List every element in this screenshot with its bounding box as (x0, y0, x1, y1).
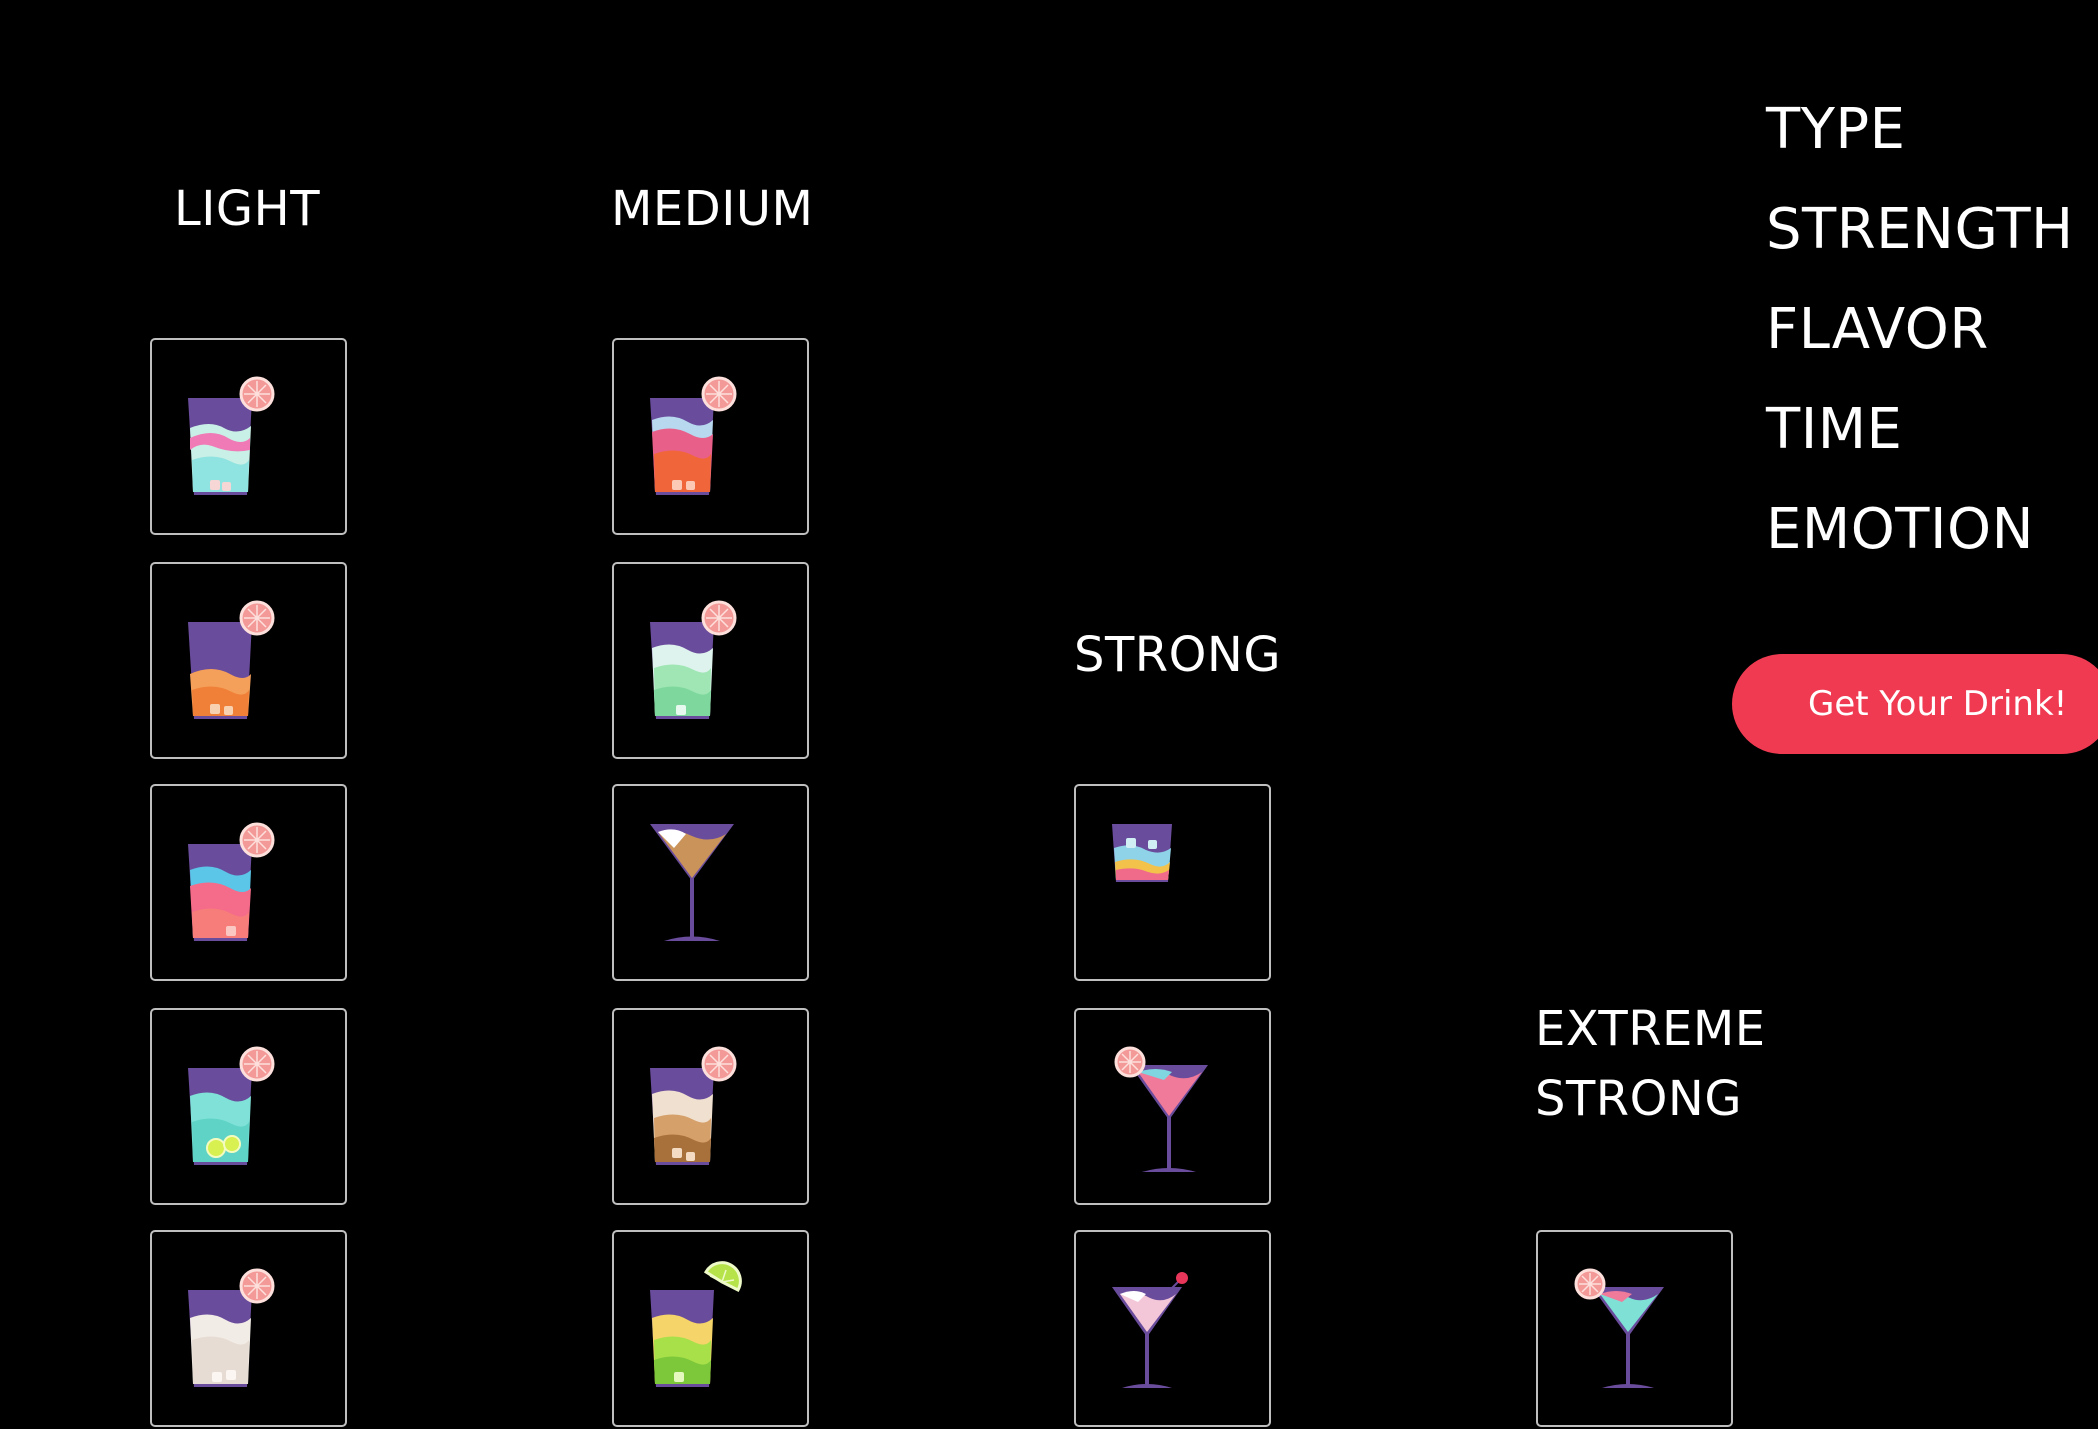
rocks-glass-drink-icon (1112, 824, 1172, 882)
highball-drink-icon (650, 600, 737, 719)
drink-tile-medium-4[interactable] (612, 1008, 809, 1205)
highball-drink-icon (188, 376, 275, 495)
category-menu: TYPE STRENGTH FLAVOR TIME EMOTION (1766, 80, 2074, 580)
heading-extreme-strong: EXTREME STRONG (1535, 994, 1766, 1134)
drink-tile-light-3[interactable] (150, 784, 347, 981)
highball-drink-icon (188, 1046, 275, 1165)
drink-tile-medium-2[interactable] (612, 562, 809, 759)
menu-item-type[interactable]: TYPE (1766, 80, 2074, 180)
highball-drink-icon (650, 376, 737, 495)
heading-extreme-line1: EXTREME (1535, 1001, 1766, 1057)
heading-extreme-line2: STRONG (1535, 1071, 1743, 1127)
drink-tile-medium-1[interactable] (612, 338, 809, 535)
drink-tile-medium-3[interactable] (612, 784, 809, 981)
drink-tile-medium-5[interactable] (612, 1230, 809, 1427)
drink-tile-light-1[interactable] (150, 338, 347, 535)
drink-tile-light-5[interactable] (150, 1230, 347, 1427)
martini-drink-icon (650, 824, 734, 941)
martini-drink-icon (1114, 1046, 1208, 1172)
highball-drink-icon (188, 822, 275, 941)
highball-drink-icon (188, 1268, 275, 1387)
martini-drink-icon (1574, 1268, 1664, 1388)
get-your-drink-button[interactable]: Get Your Drink! (1732, 654, 2098, 754)
drink-tile-strong-2[interactable] (1074, 1008, 1271, 1205)
drink-tile-strong-1[interactable] (1074, 784, 1271, 981)
drink-tile-light-2[interactable] (150, 562, 347, 759)
heading-light: LIGHT (174, 181, 321, 237)
menu-item-emotion[interactable]: EMOTION (1766, 480, 2074, 580)
heading-medium: MEDIUM (611, 181, 814, 237)
menu-item-flavor[interactable]: FLAVOR (1766, 280, 2074, 380)
drink-tile-light-4[interactable] (150, 1008, 347, 1205)
heading-strong: STRONG (1074, 627, 1282, 683)
highball-drink-icon (188, 600, 275, 719)
drink-tile-strong-3[interactable] (1074, 1230, 1271, 1427)
menu-item-time[interactable]: TIME (1766, 380, 2074, 480)
highball-drink-icon (650, 1046, 737, 1165)
martini-drink-icon (1112, 1272, 1188, 1388)
highball-drink-icon (650, 1261, 742, 1387)
menu-item-strength[interactable]: STRENGTH (1766, 180, 2074, 280)
drink-tile-extreme-1[interactable] (1536, 1230, 1733, 1427)
